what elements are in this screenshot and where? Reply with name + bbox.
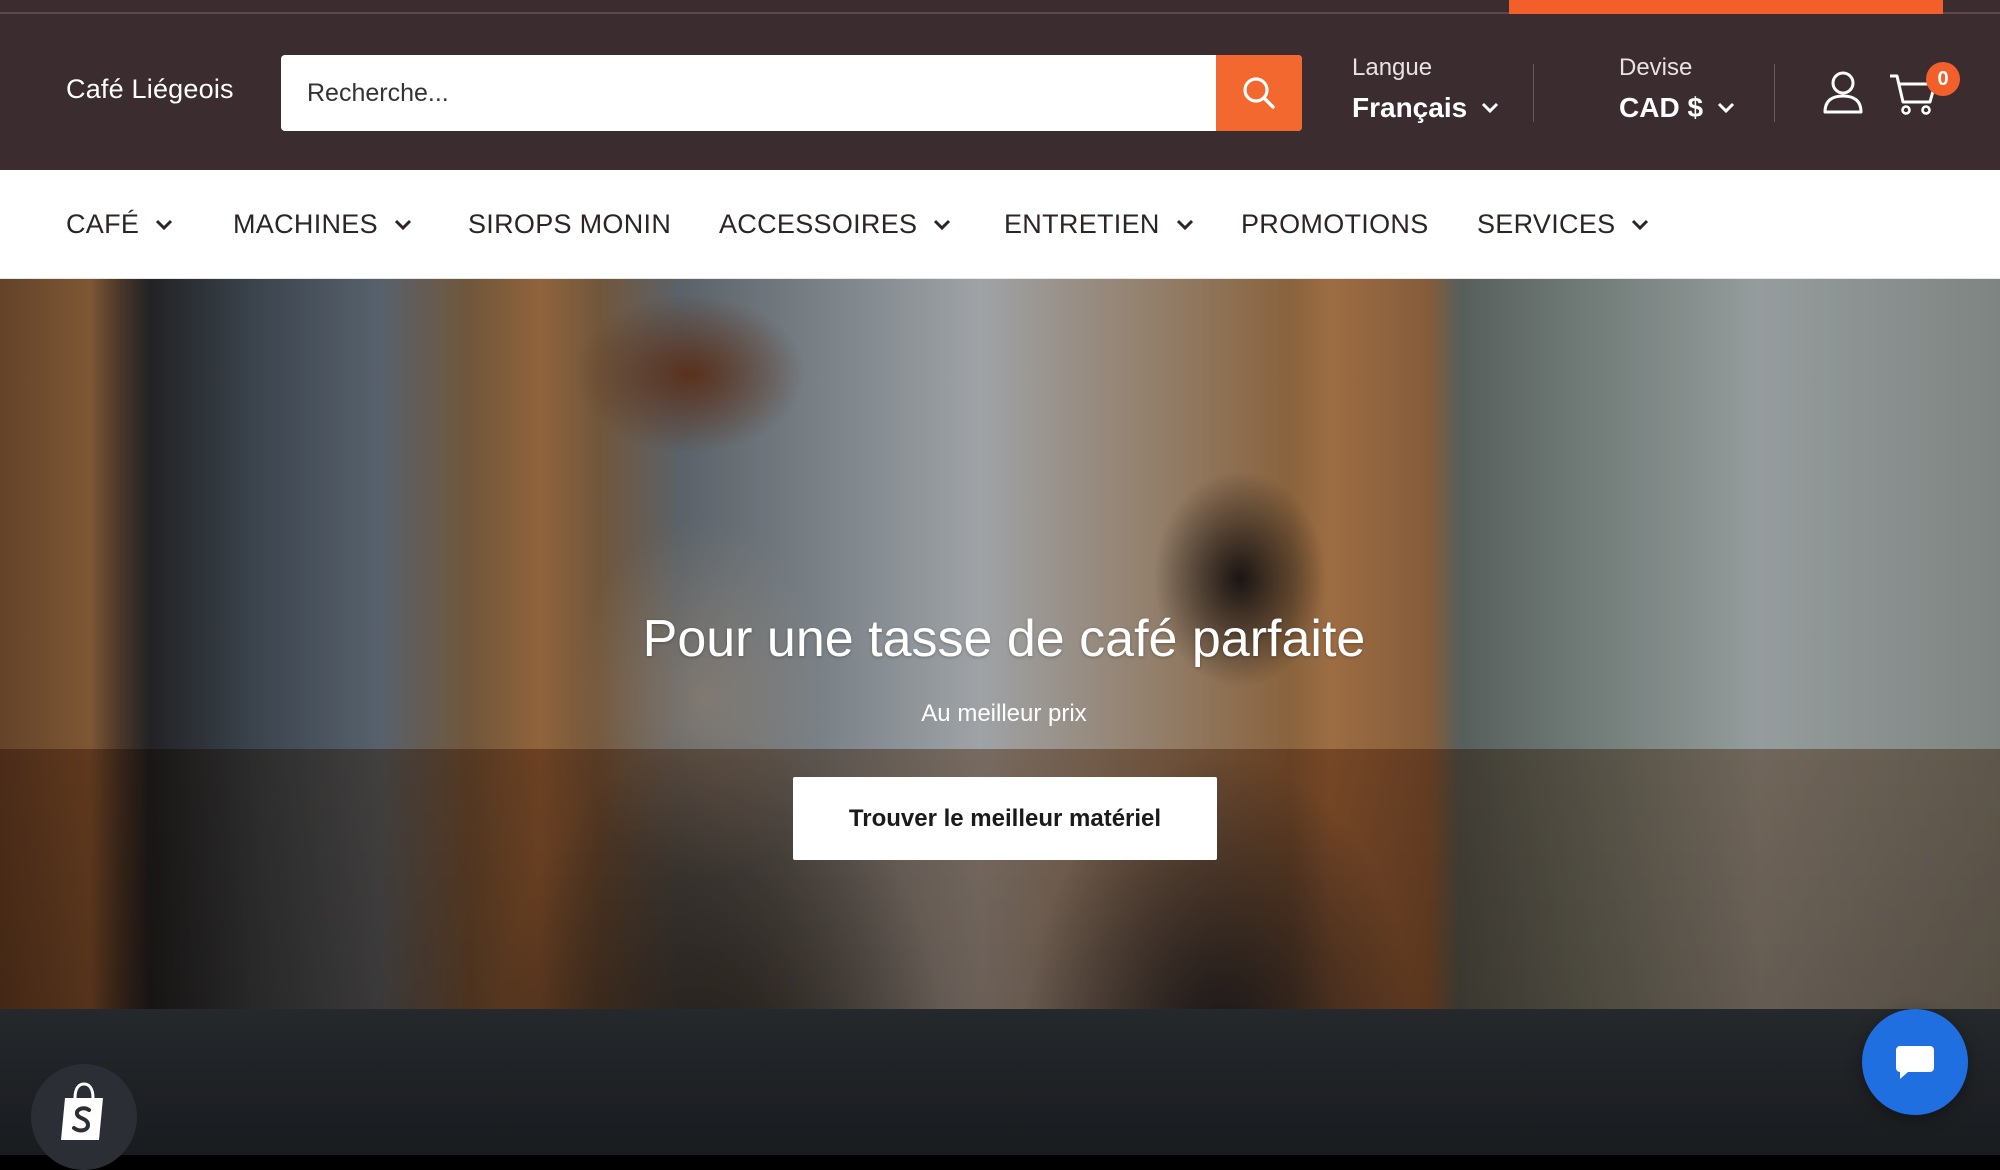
nav-item-machines[interactable]: MACHINES [233, 170, 412, 279]
chevron-down-icon [934, 219, 951, 230]
nav-item-entretien[interactable]: ENTRETIEN [1004, 170, 1194, 279]
nav-item-cafe[interactable]: CAFÉ [66, 170, 173, 279]
header-divider [1774, 64, 1775, 122]
hero-cta-button[interactable]: Trouver le meilleur matériel [793, 777, 1217, 860]
language-value: Français [1352, 92, 1468, 123]
chevron-down-icon [1632, 219, 1649, 230]
nav-item-label: SIROPS MONIN [468, 209, 672, 239]
nav-item-services[interactable]: SERVICES [1477, 170, 1649, 279]
header-divider [1533, 64, 1534, 122]
chevron-down-icon [1176, 219, 1193, 230]
search-input[interactable] [281, 55, 1216, 131]
nav-item-label: PROMOTIONS [1241, 209, 1429, 239]
hero-background-image [0, 1009, 2000, 1155]
chat-button[interactable] [1862, 1009, 1968, 1115]
nav-item-label: ACCESSOIRES [719, 209, 918, 239]
shopify-bag-icon [61, 1082, 103, 1140]
chevron-down-icon [156, 219, 173, 230]
currency-label: Devise [1619, 54, 1693, 81]
language-label: Langue [1352, 54, 1433, 81]
hero-title: Pour une tasse de café parfaite [642, 610, 1366, 668]
language-selector[interactable]: Langue Français [1352, 54, 1499, 124]
currency-selector[interactable]: Devise CAD $ [1619, 54, 1735, 124]
search-button[interactable] [1216, 55, 1302, 131]
shopify-badge[interactable] [31, 1064, 137, 1170]
site-header: Café Liégeois Langue Français Devise CAD… [0, 14, 2000, 170]
nav-item-label: ENTRETIEN [1004, 209, 1160, 239]
main-navigation: CAFÉ MACHINES SIROPS MONIN ACCESSOIRES E… [0, 170, 2000, 279]
account-button[interactable] [1822, 70, 1864, 119]
nav-item-label: MACHINES [233, 209, 378, 239]
nav-item-label: SERVICES [1477, 209, 1616, 239]
cart-count-badge: 0 [1926, 62, 1960, 96]
top-strip-accent [1509, 0, 1943, 14]
nav-item-promotions[interactable]: PROMOTIONS [1241, 170, 1429, 279]
search-bar [281, 55, 1302, 131]
chevron-down-icon [1482, 102, 1499, 114]
user-icon [1823, 71, 1863, 114]
chevron-down-icon [1717, 102, 1735, 114]
hero-banner: Pour une tasse de café parfaite Au meill… [0, 279, 2000, 1155]
store-logo[interactable]: Café Liégeois [66, 74, 234, 105]
chat-bubble-icon [1896, 1046, 1934, 1079]
nav-item-sirops-monin[interactable]: SIROPS MONIN [468, 170, 671, 279]
search-icon [1243, 77, 1275, 109]
language-dropdown[interactable]: Français [1352, 92, 1499, 124]
currency-value: CAD $ [1619, 92, 1704, 123]
hero-subtitle: Au meilleur prix [921, 700, 1087, 727]
top-strip [0, 0, 2000, 14]
nav-item-accessoires[interactable]: ACCESSOIRES [719, 170, 951, 279]
chevron-down-icon [394, 219, 411, 230]
currency-dropdown[interactable]: CAD $ [1619, 92, 1735, 124]
nav-item-label: CAFÉ [66, 209, 140, 239]
